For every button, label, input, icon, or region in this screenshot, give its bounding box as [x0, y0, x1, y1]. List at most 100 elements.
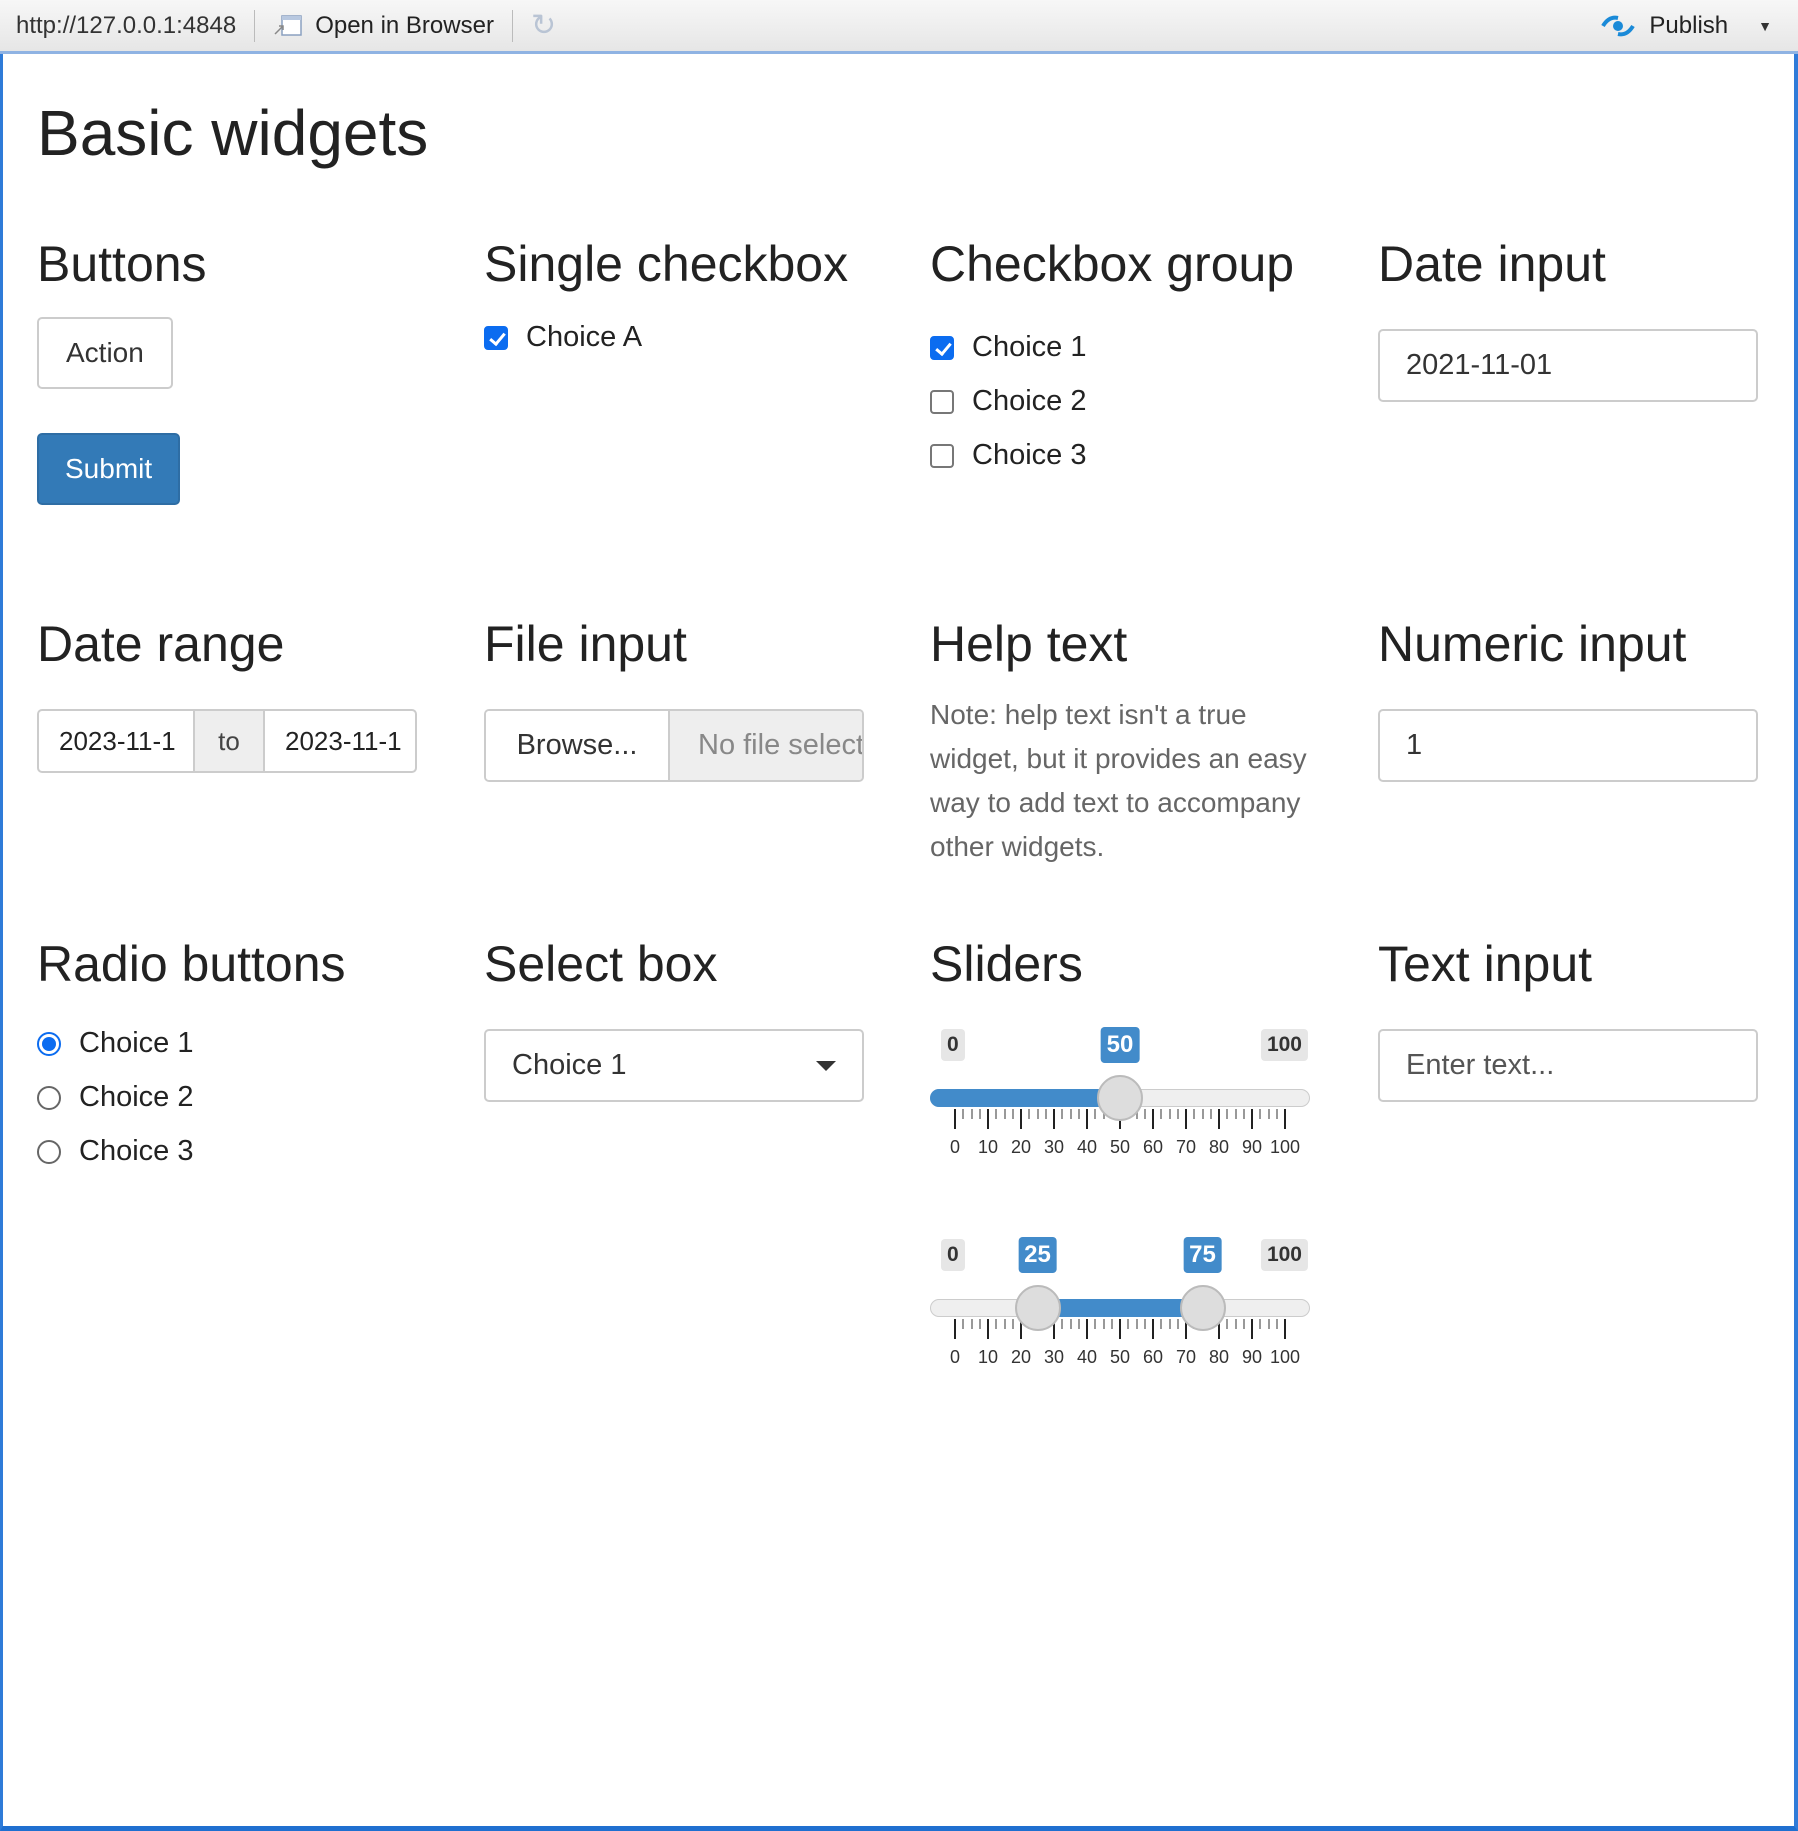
help-text-section: Help text Note: help text isn't a true w… [930, 615, 1320, 869]
checkbox-group-item[interactable]: Choice 1 [930, 331, 1310, 364]
checkbox[interactable] [484, 325, 508, 350]
toolbar-divider [511, 9, 513, 42]
slider-min-label: 0 [941, 1029, 965, 1061]
radio-label: Choice 3 [79, 1135, 194, 1167]
date-range-start[interactable]: 2023-11-1 [39, 711, 193, 771]
file-input: Browse... No file selected [484, 709, 864, 782]
toolbar-divider [254, 9, 256, 42]
slider-tick [1267, 1319, 1270, 1329]
action-button[interactable]: Action [37, 317, 173, 389]
numeric-input-field[interactable]: 1 [1378, 709, 1758, 782]
slider-tick-label: 20 [1010, 1137, 1032, 1157]
slider-tick [1201, 1109, 1204, 1119]
checkbox-group-heading: Checkbox group [930, 236, 1295, 292]
single-checkbox-heading: Single checkbox [484, 236, 849, 292]
slider-tick [1284, 1109, 1286, 1129]
open-in-browser-button[interactable]: Open in Browser [273, 12, 494, 40]
slider-tick [1028, 1109, 1031, 1119]
single-slider[interactable]: 0 100 0 10 20 30 40 50 60 70 80 90 100 50 [930, 1027, 1310, 1169]
checkbox[interactable] [930, 443, 954, 468]
radio-button[interactable] [37, 1085, 61, 1110]
caret-down-icon[interactable]: ▼ [1758, 18, 1772, 34]
slider-tick [1135, 1319, 1138, 1329]
slider-tick [1168, 1319, 1171, 1329]
slider-tick-label: 100 [1269, 1347, 1301, 1367]
slider-tick [1185, 1109, 1187, 1129]
slider-tick-label: 60 [1142, 1347, 1164, 1367]
radio-button[interactable] [37, 1139, 61, 1164]
slider-tick [1061, 1319, 1064, 1329]
text-input-section: Text input Enter text... [1378, 935, 1758, 1102]
slider-tick [954, 1109, 956, 1129]
slider-tick [1259, 1109, 1262, 1119]
select-box[interactable]: Choice 1 [484, 1029, 864, 1102]
slider-tick [995, 1319, 998, 1329]
radio-item[interactable]: Choice 2 [37, 1081, 417, 1114]
range-slider[interactable]: 0 100 0 10 20 30 40 50 60 70 80 90 100 25 75 [930, 1237, 1310, 1379]
radio-item[interactable]: Choice 3 [37, 1135, 417, 1168]
slider-tick [987, 1319, 989, 1339]
slider-tick [1284, 1319, 1286, 1339]
date-input-heading: Date input [1378, 236, 1606, 292]
checkbox-label: Choice 3 [972, 439, 1087, 471]
checkbox-label: Choice A [526, 321, 643, 353]
slider-tick [1143, 1109, 1146, 1119]
slider-tick [1267, 1109, 1270, 1119]
slider-tick-label: 0 [949, 1137, 961, 1157]
slider-tick [1011, 1319, 1014, 1329]
date-input-field[interactable]: 2021-11-01 [1378, 329, 1758, 402]
text-input-heading: Text input [1378, 936, 1593, 992]
select-value: Choice 1 [512, 1049, 627, 1081]
checkbox-choice-a[interactable]: Choice A [484, 321, 864, 354]
publish-label: Publish [1649, 11, 1729, 39]
checkbox-group-section: Checkbox group Choice 1 Choice 2 Choice … [930, 235, 1310, 472]
slider-handle[interactable] [1097, 1075, 1143, 1121]
file-input-heading: File input [484, 616, 687, 672]
date-range-end[interactable]: 2023-11-1 [265, 711, 415, 771]
help-text-heading: Help text [930, 616, 1128, 672]
slider-tick [1160, 1319, 1163, 1329]
slider-tick-label: 30 [1043, 1347, 1065, 1367]
radio-button[interactable] [37, 1031, 61, 1056]
slider-handle[interactable] [1179, 1285, 1226, 1331]
slider-tick [978, 1109, 981, 1119]
numeric-input-section: Numeric input 1 [1378, 615, 1758, 782]
checkbox-group-item[interactable]: Choice 3 [930, 439, 1310, 472]
slider-tick [1234, 1109, 1237, 1119]
slider-handle[interactable] [1014, 1285, 1061, 1331]
sliders-heading: Sliders [930, 936, 1083, 992]
slider-tick-label: 30 [1043, 1137, 1065, 1157]
radio-label: Choice 2 [79, 1081, 194, 1113]
slider-tick [1226, 1319, 1229, 1329]
select-box-section: Select box Choice 1 [484, 935, 864, 1102]
slider-tick [1209, 1109, 1212, 1119]
text-input-field[interactable]: Enter text... [1378, 1029, 1758, 1102]
slider-tick [1020, 1109, 1022, 1129]
publish-button[interactable]: Publish ▼ [1599, 12, 1772, 40]
submit-button[interactable]: Submit [37, 433, 181, 505]
slider-tick-label: 40 [1076, 1137, 1098, 1157]
checkbox-label: Choice 2 [972, 385, 1087, 417]
browse-button[interactable]: Browse... [486, 711, 670, 780]
refresh-icon[interactable]: ↻ [531, 8, 556, 43]
slider-tick-label: 40 [1076, 1347, 1098, 1367]
slider-value-label: 50 [1100, 1027, 1140, 1063]
radio-item[interactable]: Choice 1 [37, 1027, 417, 1060]
slider-tick [1259, 1319, 1262, 1329]
slider-tick-label: 100 [1269, 1137, 1301, 1157]
slider-tick [1069, 1109, 1072, 1119]
slider-tick [970, 1319, 973, 1329]
slider-tick-label: 50 [1109, 1347, 1131, 1367]
slider-tick [1275, 1319, 1278, 1329]
open-in-browser-icon [274, 14, 302, 36]
checkbox[interactable] [930, 389, 954, 414]
slider-tick [978, 1319, 981, 1329]
checkbox-group-item[interactable]: Choice 2 [930, 385, 1310, 418]
slider-tick [1053, 1109, 1055, 1129]
slider-tick [962, 1109, 965, 1119]
dropdown-arrow-icon [816, 1060, 836, 1071]
slider-tick-label: 70 [1175, 1347, 1197, 1367]
checkbox[interactable] [930, 335, 954, 360]
slider-value-label: 75 [1183, 1237, 1222, 1273]
slider-tick-label: 90 [1241, 1137, 1263, 1157]
